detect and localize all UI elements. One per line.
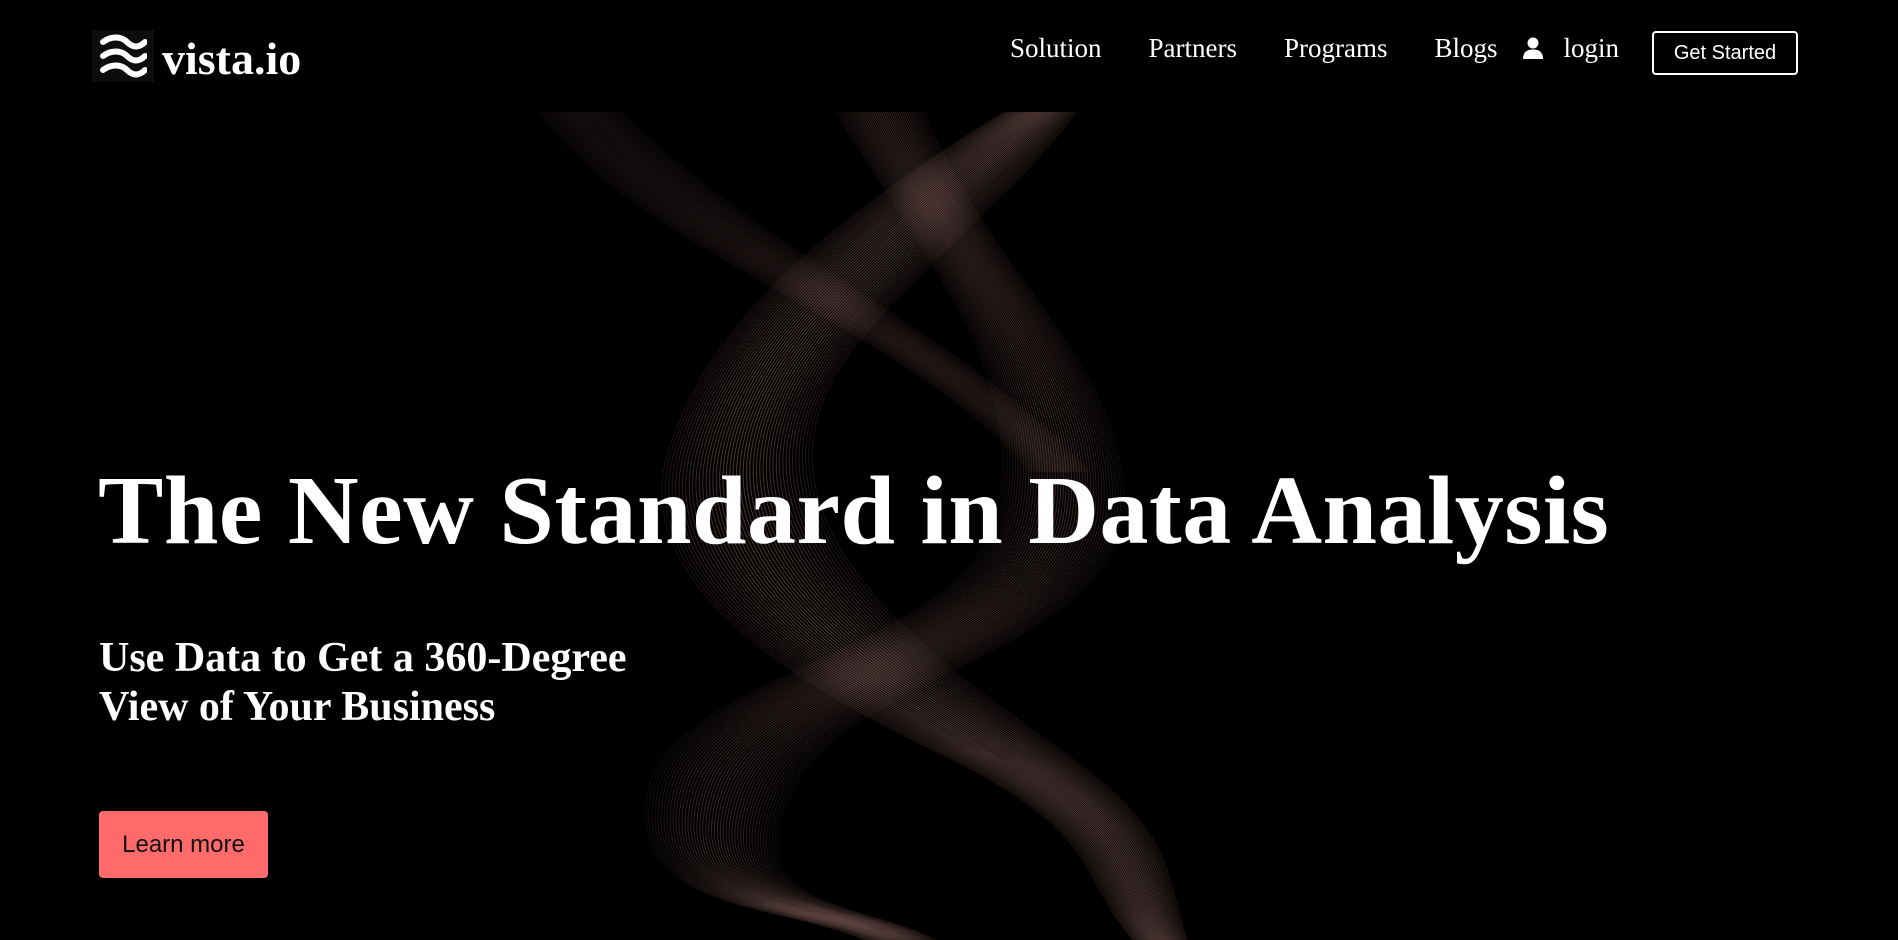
navbar: vista.io Solution Partners Programs Blog… [0, 0, 1898, 112]
hero-subtitle-line-1: Use Data to Get a 360-Degree [99, 635, 627, 681]
landing-page: vista.io Solution Partners Programs Blog… [0, 0, 1898, 940]
user-icon [1522, 36, 1544, 60]
nav-link-blogs[interactable]: Blogs [1435, 34, 1498, 62]
brand-home-link[interactable]: vista.io [92, 28, 301, 84]
hero-title: The New Standard in Data Analysis [98, 457, 1610, 565]
learn-more-button[interactable]: Learn more [99, 811, 268, 878]
login-link[interactable]: login [1564, 34, 1620, 62]
nav-link-solution[interactable]: Solution [1010, 34, 1102, 62]
nav-link-programs[interactable]: Programs [1284, 34, 1388, 62]
main-nav: Solution Partners Programs Blogs login [1010, 30, 1643, 66]
hero-subtitle: Use Data to Get a 360-Degree View of You… [99, 634, 719, 732]
get-started-button[interactable]: Get Started [1652, 31, 1798, 75]
nav-link-partners[interactable]: Partners [1149, 34, 1237, 62]
hero-subtitle-line-2: View of Your Business [99, 684, 496, 730]
wave-lines-icon [92, 30, 154, 82]
brand-name: vista.io [162, 33, 302, 84]
